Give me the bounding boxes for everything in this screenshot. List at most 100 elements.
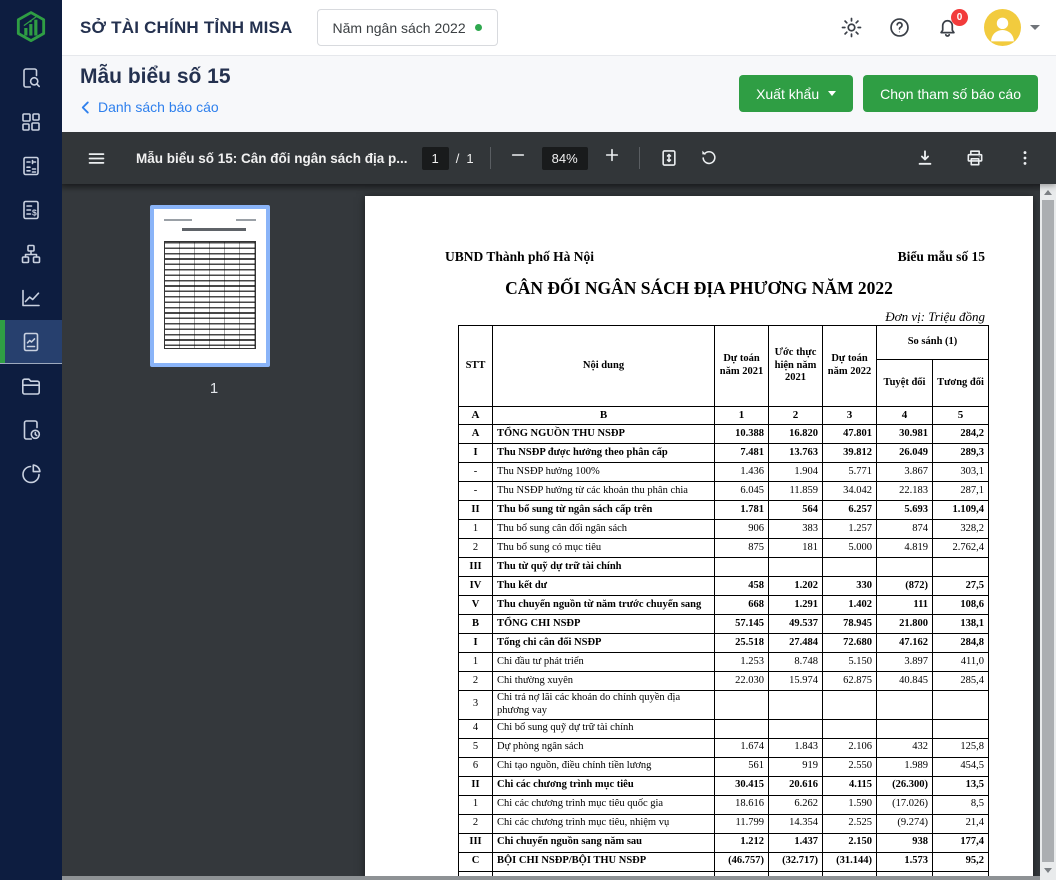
report-params-button[interactable]: Chọn tham số báo cáo (863, 75, 1038, 112)
notifications-button[interactable]: 0 (936, 16, 959, 39)
cell-value: (26.300) (877, 776, 933, 795)
sidebar-item-document-history[interactable] (0, 408, 62, 452)
cell-value: (31.144) (823, 852, 877, 871)
cell-value: 72.680 (823, 634, 877, 653)
help-button[interactable] (888, 16, 911, 39)
page-number-input[interactable]: 1 (422, 147, 449, 170)
cell-value: 62.875 (823, 672, 877, 691)
rotate-button[interactable] (696, 145, 722, 171)
page-separator: / (456, 151, 460, 166)
sidebar-item-document-search[interactable] (0, 56, 62, 100)
hamburger-menu-icon (86, 148, 107, 169)
export-button-label: Xuất khẩu (756, 86, 819, 102)
cell-value: 78.945 (823, 615, 877, 634)
scrollbar-thumb[interactable] (1042, 200, 1054, 862)
cell-value: 1.257 (823, 520, 877, 539)
cell-value: 1.989 (877, 757, 933, 776)
sidebar-item-reports[interactable] (0, 320, 62, 364)
sidebar-item-pie-chart[interactable] (0, 452, 62, 496)
app-logo[interactable] (0, 0, 62, 56)
cell-value: 108,6 (933, 596, 989, 615)
scroll-down-button[interactable] (1040, 863, 1056, 877)
col-index: 3 (823, 407, 877, 425)
cell-value: 875 (715, 539, 769, 558)
document-org-header: UBND Thành phố Hà Nội (445, 249, 594, 265)
sidebar-item-folder[interactable] (0, 364, 62, 408)
export-button[interactable]: Xuất khẩu (739, 75, 853, 112)
thumbnail-page-number: 1 (150, 380, 278, 397)
cell-label: Dự phòng ngân sách (493, 738, 715, 757)
more-options-button[interactable] (1012, 145, 1038, 171)
cell-stt: C (459, 852, 493, 871)
zoom-level[interactable]: 84% (542, 147, 588, 170)
table-row: -Thu NSĐP hưởng từ các khoản thu phân ch… (459, 482, 989, 501)
cell-value: 1.904 (769, 463, 823, 482)
sidebar-item-calculator[interactable] (0, 144, 62, 188)
cell-value: 14.354 (769, 814, 823, 833)
avatar (984, 9, 1021, 46)
cell-stt: 2 (459, 539, 493, 558)
cell-label: Thu NSĐP hưởng 100% (493, 463, 715, 482)
settings-button[interactable] (840, 16, 863, 39)
fiscal-year-selector[interactable]: Năm ngân sách 2022 (317, 9, 498, 46)
page-thumbnail[interactable] (150, 205, 270, 367)
fit-to-page-button[interactable] (656, 145, 682, 171)
sidebar-item-invoice[interactable]: $ (0, 188, 62, 232)
cell-value: (17.026) (877, 795, 933, 814)
cell-value: 22.030 (715, 672, 769, 691)
calculator-icon (19, 154, 43, 178)
page-title: Mẫu biểu số 15 (80, 65, 231, 89)
sidebar-item-dashboard[interactable] (0, 100, 62, 144)
top-bar-actions: 0 (840, 9, 1056, 46)
col-index: 1 (715, 407, 769, 425)
cell-value: 95,2 (933, 852, 989, 871)
person-icon (984, 9, 1021, 46)
triangle-down-icon (1044, 868, 1052, 873)
cell-value: 564 (769, 501, 823, 520)
pdf-toolbar: Mẫu biểu số 15: Cân đối ngân sách địa p.… (62, 132, 1056, 184)
document-form-label: Biểu mẫu số 15 (898, 249, 985, 265)
cell-value (715, 719, 769, 738)
cell-label: Thu NSĐP hưởng từ các khoản thu phân chi… (493, 482, 715, 501)
line-chart-icon (19, 286, 43, 310)
scroll-up-button[interactable] (1040, 185, 1056, 199)
horizontal-scrollbar[interactable] (62, 876, 1040, 880)
back-to-report-list-link[interactable]: Danh sách báo cáo (80, 99, 219, 115)
zoom-in-button[interactable] (601, 147, 623, 169)
document-page: UBND Thành phố Hà Nội Biểu mẫu số 15 CÂN… (365, 196, 1033, 880)
cell-value: 561 (715, 757, 769, 776)
cell-value: 2.150 (823, 833, 877, 852)
page-total: 1 (466, 151, 473, 166)
cell-value: 432 (877, 738, 933, 757)
cell-label: Chi chuyển nguồn sang năm sau (493, 833, 715, 852)
cell-stt: 5 (459, 738, 493, 757)
user-menu[interactable] (984, 9, 1040, 46)
cell-value: 874 (877, 520, 933, 539)
cell-value: 938 (877, 833, 933, 852)
print-button[interactable] (962, 145, 988, 171)
cell-value: 8.748 (769, 653, 823, 672)
cell-value (769, 691, 823, 720)
cell-value: 1.573 (877, 852, 933, 871)
sidebar-item-org-chart[interactable] (0, 232, 62, 276)
zoom-out-button[interactable] (507, 147, 529, 169)
download-button[interactable] (912, 145, 938, 171)
cell-stt: 2 (459, 814, 493, 833)
sidebar-item-line-chart[interactable] (0, 276, 62, 320)
vertical-scrollbar[interactable] (1040, 184, 1056, 880)
cell-value: 13,5 (933, 776, 989, 795)
cell-value: 22.183 (877, 482, 933, 501)
col-header-uoc-thuc-hien-2021: Ước thực hiện năm 2021 (769, 326, 823, 407)
cell-value: 287,1 (933, 482, 989, 501)
thumb-form-line (236, 219, 256, 221)
cell-value: 411,0 (933, 653, 989, 672)
cell-stt: I (459, 634, 493, 653)
cell-stt: III (459, 833, 493, 852)
cell-value: 919 (769, 757, 823, 776)
col-header-so-sanh: So sánh (1) (877, 326, 989, 360)
toggle-thumbnails-button[interactable] (83, 145, 109, 171)
table-row: 2Thu bổ sung có mục tiêu8751815.0004.819… (459, 539, 989, 558)
cell-value: 1.212 (715, 833, 769, 852)
col-header-du-toan-2022: Dự toán năm 2022 (823, 326, 877, 407)
cell-value: 668 (715, 596, 769, 615)
